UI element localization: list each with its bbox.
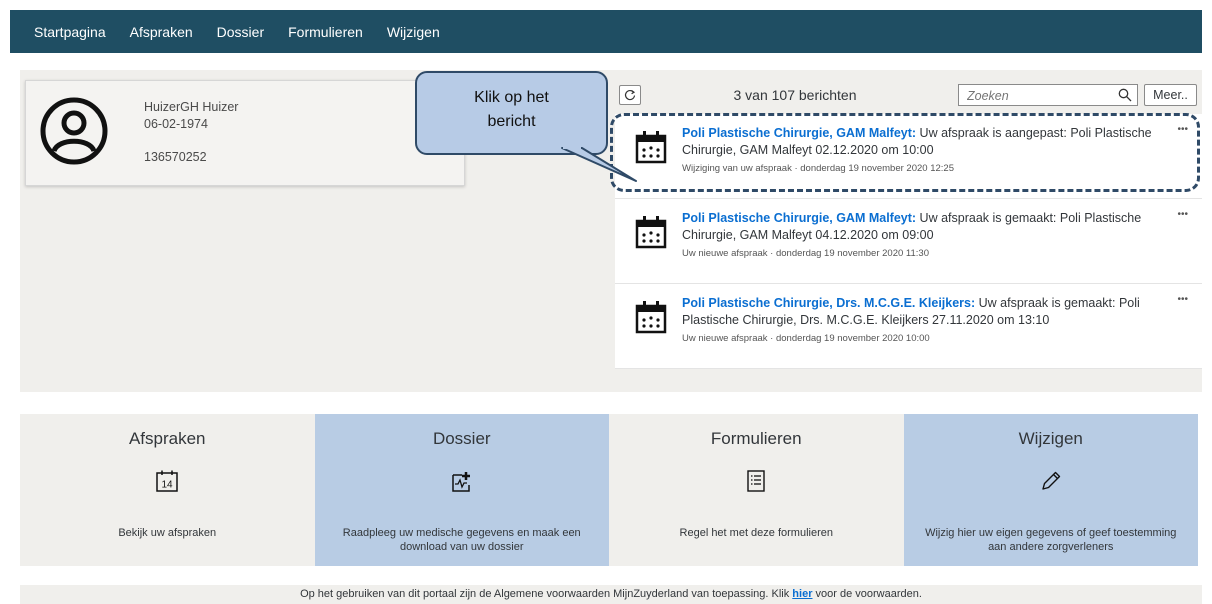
tile-description: Wijzig hier uw eigen gegevens of geef to…: [925, 527, 1177, 553]
calendar-14-icon: 14: [156, 470, 178, 492]
profile-patient-number: 136570252: [144, 150, 207, 164]
appointment-calendar-icon: [635, 301, 667, 334]
callout-line-2: bericht: [487, 113, 536, 130]
message-options-icon[interactable]: •••: [1177, 209, 1188, 220]
refresh-button[interactable]: [619, 85, 641, 105]
medical-record-icon: [452, 472, 470, 492]
footer-text-end: voor de voorwaarden.: [812, 588, 922, 600]
nav-afspraken[interactable]: Afspraken: [130, 24, 193, 40]
tile-title: Dossier: [432, 429, 491, 448]
tile-afspraken[interactable]: Afspraken 14 Bekijk uw afspraken: [20, 414, 315, 566]
message-item[interactable]: Poli Plastische Chirurgie, Drs. M.C.G.E.…: [615, 284, 1202, 369]
profile-card: HuizerGH Huizer 06-02-1974 136570252: [25, 80, 465, 186]
message-item[interactable]: Poli Plastische Chirurgie, GAM Malfeyt: …: [615, 199, 1202, 284]
top-navigation-bar: Startpagina Afspraken Dossier Formuliere…: [10, 10, 1202, 53]
user-avatar-icon: [40, 97, 108, 165]
search-input[interactable]: [965, 87, 1109, 105]
message-count: 3 van 107 berichten: [733, 87, 857, 103]
message-meta: Uw nieuwe afspraak · donderdag 19 novemb…: [682, 248, 929, 259]
footer-text: Op het gebruiken van dit portaal zijn de…: [300, 588, 793, 600]
message-title-link[interactable]: Poli Plastische Chirurgie, GAM Malfeyt:: [682, 126, 916, 140]
message-options-icon[interactable]: •••: [1177, 294, 1188, 305]
message-body: Poli Plastische Chirurgie, GAM Malfeyt: …: [682, 210, 1164, 261]
tile-description: Bekijk uw afspraken: [118, 527, 217, 539]
tile-description: Raadpleeg uw medische gegevens en maak e…: [342, 527, 581, 553]
tile-dossier[interactable]: Dossier Raadpleeg uw medische gegevens e…: [314, 414, 609, 566]
instruction-callout: Klik op het bericht: [415, 71, 608, 155]
message-title-link[interactable]: Poli Plastische Chirurgie, Drs. M.C.G.E.…: [682, 296, 975, 310]
tile-title: Wijzigen: [1018, 429, 1083, 448]
message-meta: Uw nieuwe afspraak · donderdag 19 novemb…: [682, 333, 930, 344]
message-list: Poli Plastische Chirurgie, GAM Malfeyt: …: [615, 114, 1202, 369]
more-button[interactable]: Meer..: [1144, 84, 1197, 106]
tile-description: Regel het met deze formulieren: [679, 527, 833, 539]
tile-title: Formulieren: [710, 429, 802, 448]
message-meta: Wijziging van uw afspraak · donderdag 19…: [682, 163, 954, 174]
message-body: Poli Plastische Chirurgie, GAM Malfeyt: …: [682, 125, 1164, 176]
nav-dossier[interactable]: Dossier: [217, 24, 264, 40]
profile-date-of-birth: 06-02-1974: [144, 117, 208, 131]
refresh-icon: [624, 89, 636, 101]
tile-formulieren[interactable]: Formulieren Regel het met deze formulier…: [609, 414, 904, 566]
callout-line-1: Klik op het: [474, 89, 549, 106]
terms-link[interactable]: hier: [792, 588, 812, 600]
message-body: Poli Plastische Chirurgie, Drs. M.C.G.E.…: [682, 295, 1164, 346]
search-field[interactable]: [958, 84, 1138, 106]
form-list-icon: [747, 470, 765, 492]
message-options-icon[interactable]: •••: [1177, 124, 1188, 135]
calendar-day-number: 14: [162, 480, 174, 491]
nav-wijzigen[interactable]: Wijzigen: [387, 24, 440, 40]
tile-wijzigen[interactable]: Wijzigen Wijzig hier uw eigen gegevens o…: [903, 414, 1198, 566]
tile-row: Afspraken 14 Bekijk uw afspraken Dossier…: [20, 414, 1198, 566]
tile-title: Afspraken: [128, 429, 206, 448]
nav-formulieren[interactable]: Formulieren: [288, 24, 363, 40]
callout-pointer: [561, 145, 637, 182]
appointment-calendar-icon: [635, 216, 667, 249]
pencil-icon: [1042, 471, 1060, 490]
footer-terms: Op het gebruiken van dit portaal zijn de…: [20, 585, 1202, 604]
search-icon[interactable]: [1118, 88, 1132, 102]
profile-name: HuizerGH Huizer: [144, 100, 239, 114]
message-item[interactable]: Poli Plastische Chirurgie, GAM Malfeyt: …: [615, 114, 1202, 199]
message-title-link[interactable]: Poli Plastische Chirurgie, GAM Malfeyt:: [682, 211, 916, 225]
nav-startpagina[interactable]: Startpagina: [34, 24, 106, 40]
